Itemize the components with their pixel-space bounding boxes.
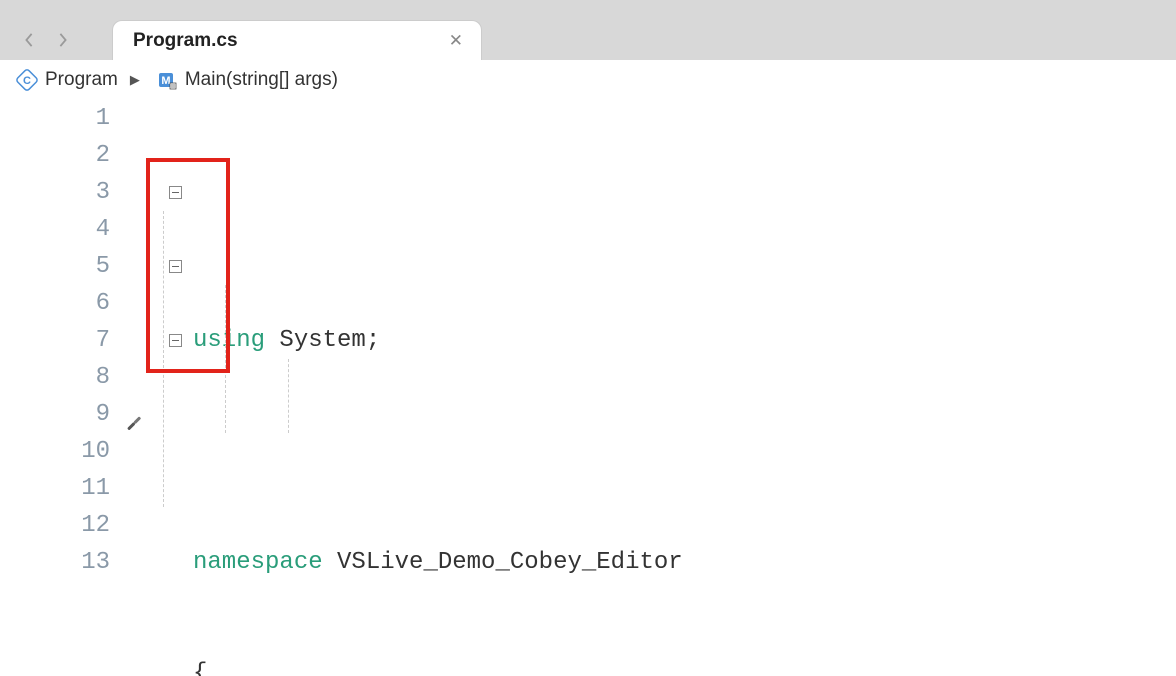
code-area[interactable]: using System; namespace VSLive_Demo_Cobe… xyxy=(155,100,856,676)
csharp-file-icon: C xyxy=(16,69,38,91)
breadcrumb[interactable]: C Program ▶ M Main(string[] args) xyxy=(0,60,1176,100)
code-line[interactable]: using System; xyxy=(193,322,856,359)
title-bar-spacer xyxy=(0,0,1176,16)
line-number: 11 xyxy=(0,470,110,507)
indent-guide xyxy=(163,211,164,507)
breadcrumb-item[interactable]: Main(string[] args) xyxy=(185,69,338,91)
nav-back-icon[interactable] xyxy=(22,31,36,52)
line-number: 4 xyxy=(0,211,110,248)
svg-text:M: M xyxy=(161,75,170,87)
line-number: 9 xyxy=(0,396,110,433)
line-number-gutter: 1 2 3 4 5 6 7 8 9 10 11 12 13 xyxy=(0,100,155,676)
line-number: 10 xyxy=(0,433,110,470)
tab-strip: Program.cs ✕ xyxy=(0,16,1176,60)
quick-actions-icon[interactable] xyxy=(122,408,142,428)
editor-tab[interactable]: Program.cs ✕ xyxy=(112,20,482,60)
tab-label: Program.cs xyxy=(133,30,238,52)
line-number: 1 xyxy=(0,100,110,137)
line-number: 12 xyxy=(0,507,110,544)
line-number: 13 xyxy=(0,544,110,581)
indent-guide xyxy=(288,359,289,433)
line-number: 3 xyxy=(0,174,110,211)
line-number: 7 xyxy=(0,322,110,359)
breadcrumb-item[interactable]: Program xyxy=(45,69,118,91)
nav-forward-icon[interactable] xyxy=(56,31,70,52)
line-number: 6 xyxy=(0,285,110,322)
line-number: 2 xyxy=(0,137,110,174)
line-number: 5 xyxy=(0,248,110,285)
svg-text:C: C xyxy=(23,75,31,87)
code-editor[interactable]: 1 2 3 4 5 6 7 8 9 10 11 12 13 using Syst… xyxy=(0,100,1176,676)
chevron-right-icon: ▶ xyxy=(130,72,140,88)
close-icon[interactable]: ✕ xyxy=(449,31,463,51)
code-line[interactable] xyxy=(193,433,856,470)
code-line[interactable]: { xyxy=(193,655,856,676)
code-line[interactable]: namespace VSLive_Demo_Cobey_Editor xyxy=(193,544,856,581)
indent-guide xyxy=(225,285,226,433)
method-icon: M xyxy=(156,69,178,91)
line-number: 8 xyxy=(0,359,110,396)
